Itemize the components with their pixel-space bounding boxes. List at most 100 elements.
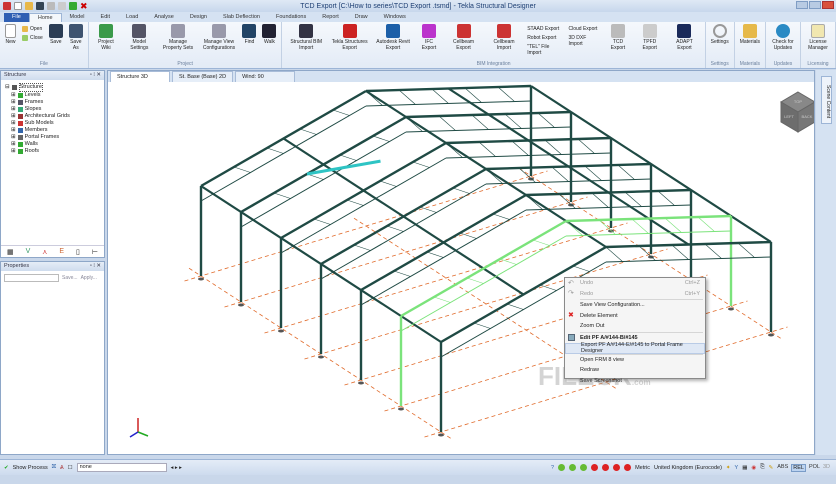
view-cube-face-label: TOP: [794, 99, 802, 104]
expand-icon[interactable]: ⊞: [11, 92, 16, 99]
reports-tab-icon[interactable]: ⊢: [92, 248, 98, 256]
panel-controls[interactable]: ▫ ⁞ ✕: [90, 72, 101, 79]
view-tab-1[interactable]: St. Base (Base) 2D: [172, 71, 234, 82]
label: Walk: [264, 39, 275, 45]
base-support: [728, 307, 734, 311]
tree-root[interactable]: ⊟ Structure: [5, 83, 100, 92]
tab-load[interactable]: Load: [118, 13, 146, 22]
structure-3d-canvas[interactable]: TOP LEFT BACK: [108, 82, 814, 454]
tab-slab-deflection[interactable]: Slab Deflection: [215, 13, 268, 22]
cloud-export-button[interactable]: Cloud Export: [569, 26, 600, 32]
view-tab-2[interactable]: Wind: 90: [235, 71, 296, 82]
tab-model[interactable]: Model: [62, 13, 93, 22]
-tel-file-import-button[interactable]: "TEL" File Import: [527, 44, 562, 56]
tree-item-walls[interactable]: ⊞ Walls: [5, 141, 100, 148]
staad-export-button[interactable]: STAAD Export: [527, 26, 562, 32]
select-tool-icon[interactable]: ⛝: [52, 464, 56, 471]
expand-icon[interactable]: ⊞: [11, 120, 16, 127]
menu-item-save-view-configuration[interactable]: Save View Configuration...: [565, 300, 705, 311]
box-icon[interactable]: ☐: [68, 465, 73, 471]
truss-web: [737, 242, 755, 258]
menu-item-redraw[interactable]: Redraw: [565, 365, 705, 376]
menu-item-delete-element[interactable]: ✖ Delete Element: [565, 311, 705, 322]
tab-windows[interactable]: Windows: [376, 13, 414, 22]
export-icon: [342, 24, 357, 38]
status-error-icon: [602, 464, 610, 471]
close-button[interactable]: [822, 1, 834, 9]
menu-item-save-screenshot[interactable]: Save Screenshot: [565, 376, 705, 387]
mode-abs[interactable]: ABS: [777, 464, 788, 472]
scene-content-tab[interactable]: Scene Content: [821, 76, 832, 124]
mode-pol[interactable]: POL: [809, 464, 820, 472]
tree-item-levels[interactable]: ⊞ Levels: [5, 92, 100, 99]
expand-icon[interactable]: ⊞: [11, 127, 16, 134]
filter-select[interactable]: none: [76, 463, 167, 472]
loads-tab-icon[interactable]: V: [26, 248, 31, 255]
label: Cellbeam Export: [452, 39, 475, 51]
pick-tool-icon[interactable]: Ѧ: [60, 465, 64, 471]
label: Open: [30, 26, 43, 32]
label: Structure: [18, 83, 43, 92]
minimize-button[interactable]: [796, 1, 808, 9]
truss-web: [631, 218, 649, 234]
expand-icon[interactable]: ⊞: [11, 134, 16, 141]
menu-item-export-pf-a-144-e-145-to-portal-frame-designer[interactable]: Export PF A/#144-E/#145 to Portal Frame …: [565, 342, 705, 354]
design-code-label[interactable]: United Kingdom (Eurocode): [654, 465, 722, 471]
expand-icon[interactable]: ⊞: [11, 141, 16, 148]
view-tab-0[interactable]: Structure 3D: [110, 71, 170, 82]
properties-select[interactable]: [4, 274, 59, 282]
tab-edit[interactable]: Edit: [93, 13, 118, 22]
tab-foundations[interactable]: Foundations: [268, 13, 314, 22]
mode-3d[interactable]: 3D: [823, 464, 830, 472]
tab-home[interactable]: Home: [28, 13, 62, 22]
menu-item-open-frm-8-view[interactable]: Open FRM 8 view: [565, 355, 705, 366]
tree-item-icon: [17, 135, 23, 140]
tree-item-portal-frames[interactable]: ⊞ Portal Frames: [5, 134, 100, 141]
truss-web: [471, 114, 489, 130]
maximize-button[interactable]: [809, 1, 821, 9]
units-label[interactable]: Metric: [635, 465, 650, 471]
tree-item-members[interactable]: ⊞ Members: [5, 127, 100, 134]
tab-file[interactable]: File: [4, 13, 29, 22]
robot-export-button[interactable]: Robot Export: [527, 35, 562, 41]
tab-analyse[interactable]: Analyse: [146, 13, 182, 22]
expand-icon[interactable]: ⊞: [11, 99, 16, 106]
mode-rel[interactable]: REL: [791, 463, 806, 472]
tree-item-frames[interactable]: ⊞ Frames: [5, 99, 100, 106]
grid-icon[interactable]: ▦: [742, 465, 747, 471]
3d-dxf-import-button[interactable]: 3D DXF Import: [569, 35, 600, 47]
filter-icon[interactable]: Y: [735, 465, 739, 471]
tab-design[interactable]: Design: [182, 13, 215, 22]
open-button[interactable]: Open: [22, 26, 43, 32]
structure-tab-icon[interactable]: ▦: [7, 248, 14, 256]
sheets-tab-icon[interactable]: ▯: [76, 248, 80, 256]
apply-link[interactable]: Apply...: [81, 275, 97, 281]
expand-icon[interactable]: ⊞: [11, 148, 16, 155]
doc-icon[interactable]: ⎘: [760, 464, 764, 471]
tree-item-icon: [17, 128, 23, 133]
expand-icon[interactable]: ⊞: [11, 113, 16, 120]
members-tab-icon[interactable]: ⋏: [42, 248, 47, 256]
tree-item-roofs[interactable]: ⊞ Roofs: [5, 148, 100, 155]
menu-item-undo[interactable]: ↶ Undo Ctrl+Z: [565, 278, 705, 289]
groups-tab-icon[interactable]: E: [59, 248, 64, 255]
snap-icon[interactable]: ✦: [726, 465, 731, 471]
group-label: Settings: [710, 61, 729, 67]
tree-item-slopes[interactable]: ⊞ Slopes: [5, 106, 100, 113]
layer-icon[interactable]: ◉: [751, 465, 756, 471]
close-button[interactable]: Close: [22, 35, 43, 41]
panel-controls[interactable]: ▫ ⁞ ✕: [90, 263, 101, 270]
tab-draw[interactable]: Draw: [347, 13, 376, 22]
menu-item-redo[interactable]: ↷ Redo Ctrl+Y: [565, 289, 705, 300]
help-icon[interactable]: ?: [551, 465, 554, 471]
tree-item-sub-models[interactable]: ⊞ Sub Models: [5, 120, 100, 127]
nav-arrows[interactable]: ◂ ▸ ▸: [171, 465, 221, 471]
tab-report[interactable]: Report: [314, 13, 347, 22]
show-process-button[interactable]: Show Process: [13, 465, 48, 471]
menu-item-zoom-out[interactable]: Zoom Out: [565, 321, 705, 332]
pencil-icon[interactable]: ✎: [769, 465, 774, 471]
label: Portal Frames: [24, 134, 60, 140]
expand-icon[interactable]: ⊞: [11, 106, 16, 113]
save-link[interactable]: Save...: [62, 275, 78, 281]
tree-item-architectural-grids[interactable]: ⊞ Architectural Grids: [5, 113, 100, 120]
